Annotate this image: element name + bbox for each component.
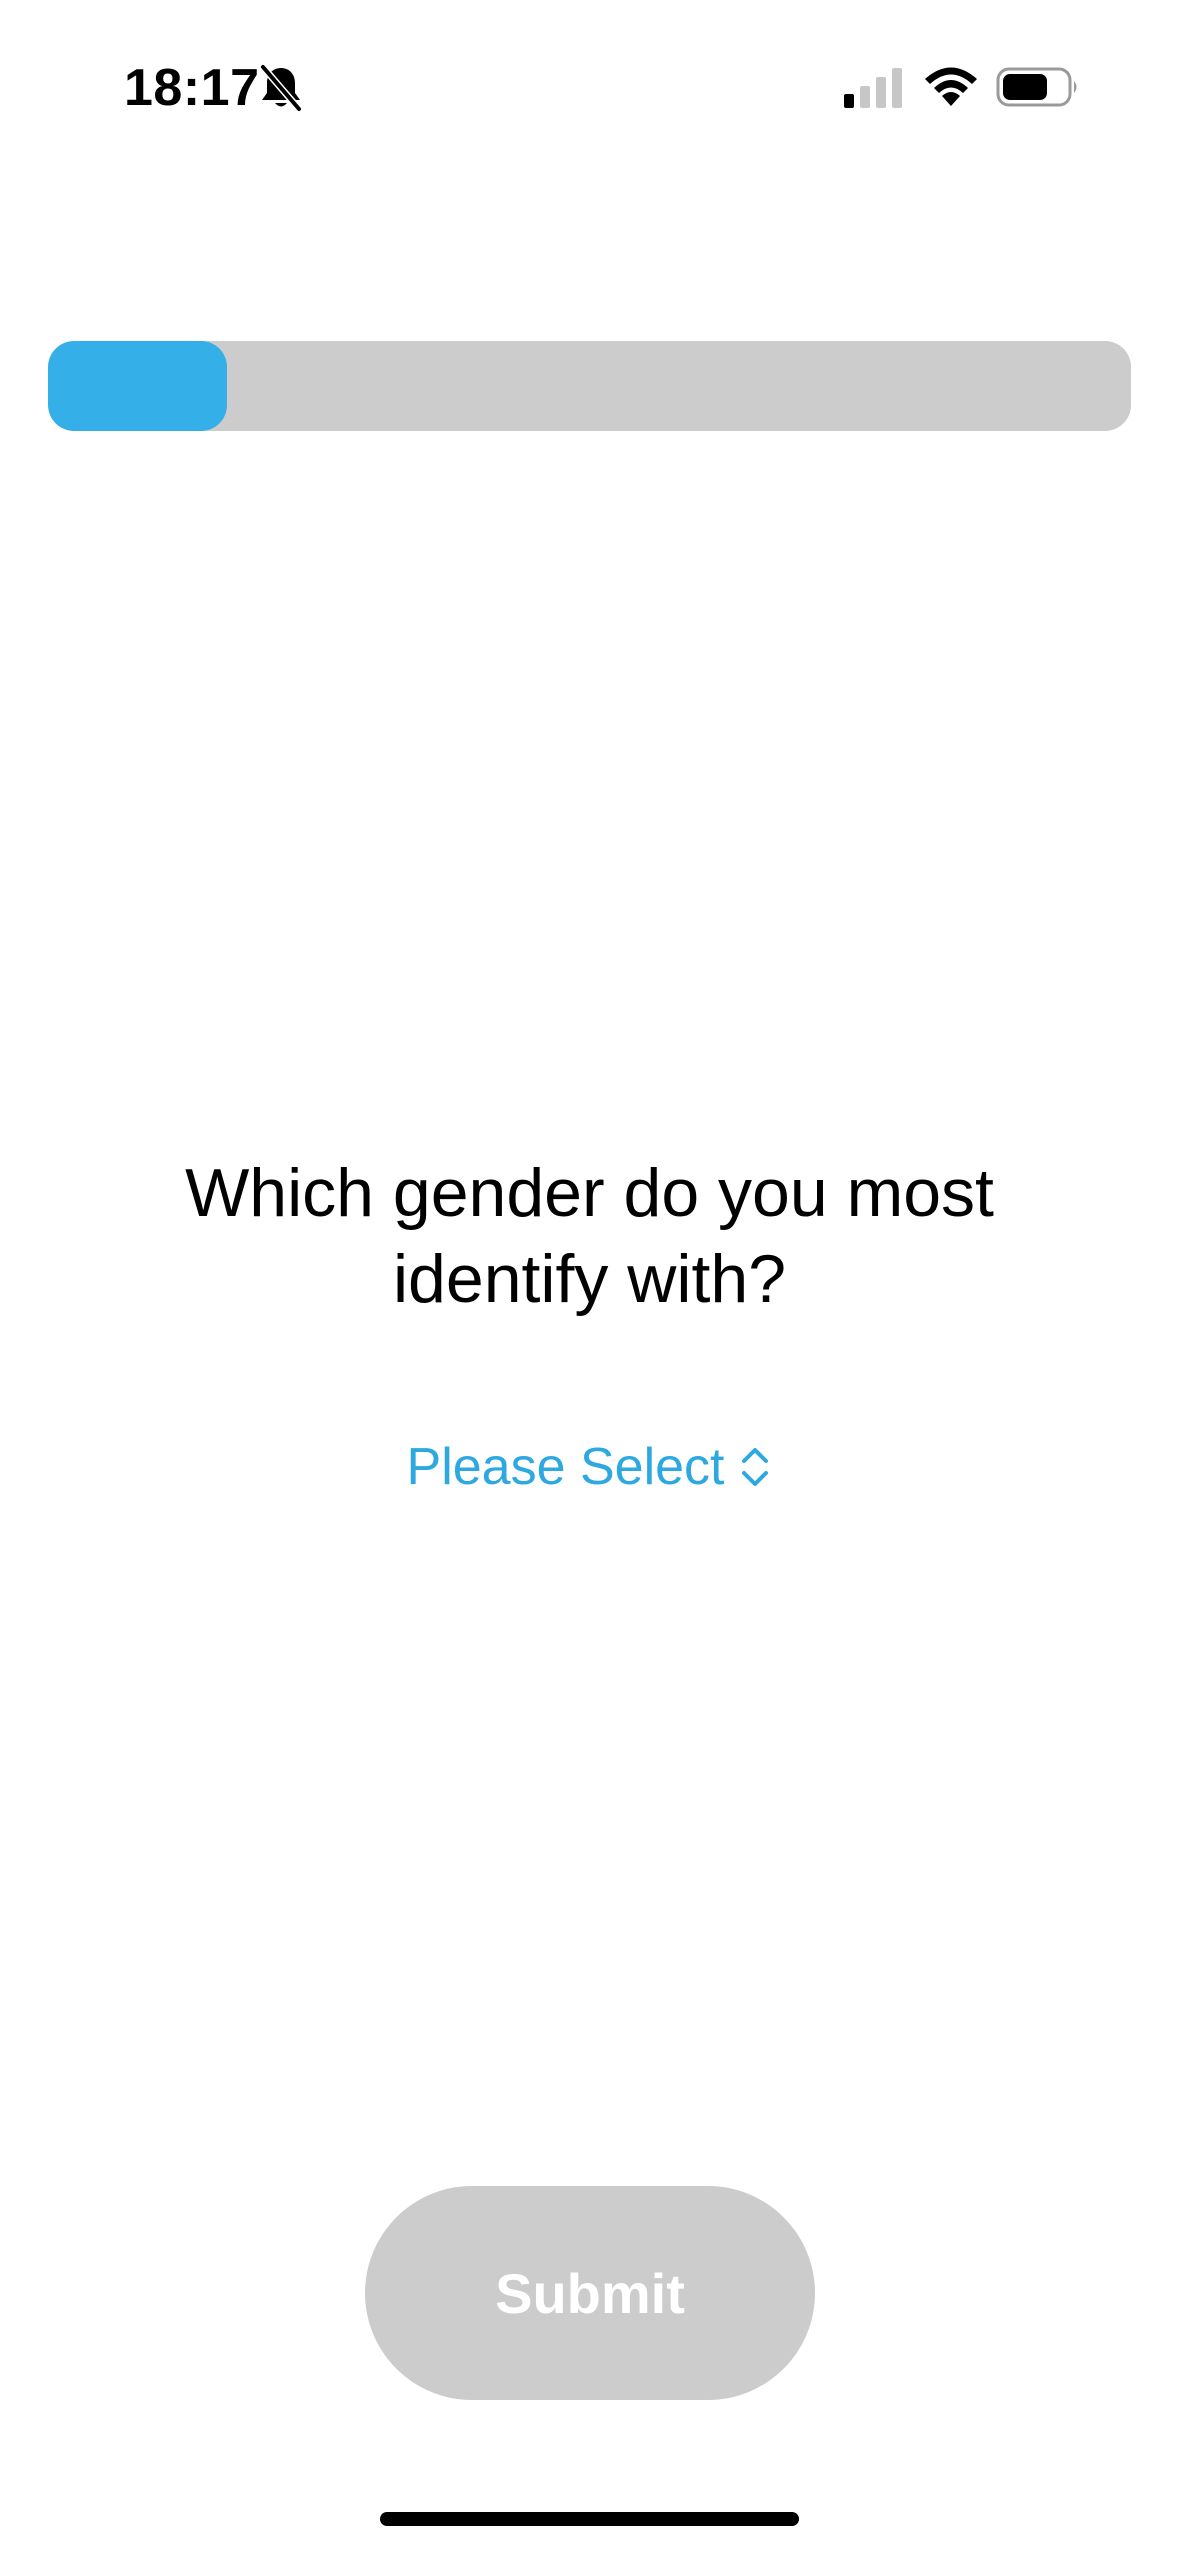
battery-icon [996,67,1077,107]
bell-slash-icon [260,64,302,112]
submit-button[interactable]: Submit [365,2186,815,2400]
status-bar: 18:17 [0,0,1179,170]
home-indicator[interactable] [380,2512,799,2526]
chevron-up-down-icon [742,1448,769,1486]
question-text: Which gender do you most identify with? [185,1155,994,1317]
picker-label: Please Select [406,1438,725,1496]
wifi-icon [925,67,977,106]
progress-fill [48,341,227,431]
progress-bar [48,341,1131,431]
cellular-signal-icon [844,68,902,108]
status-time: 18:17 [124,59,260,117]
gender-picker[interactable]: Please Select [0,1432,1179,1502]
